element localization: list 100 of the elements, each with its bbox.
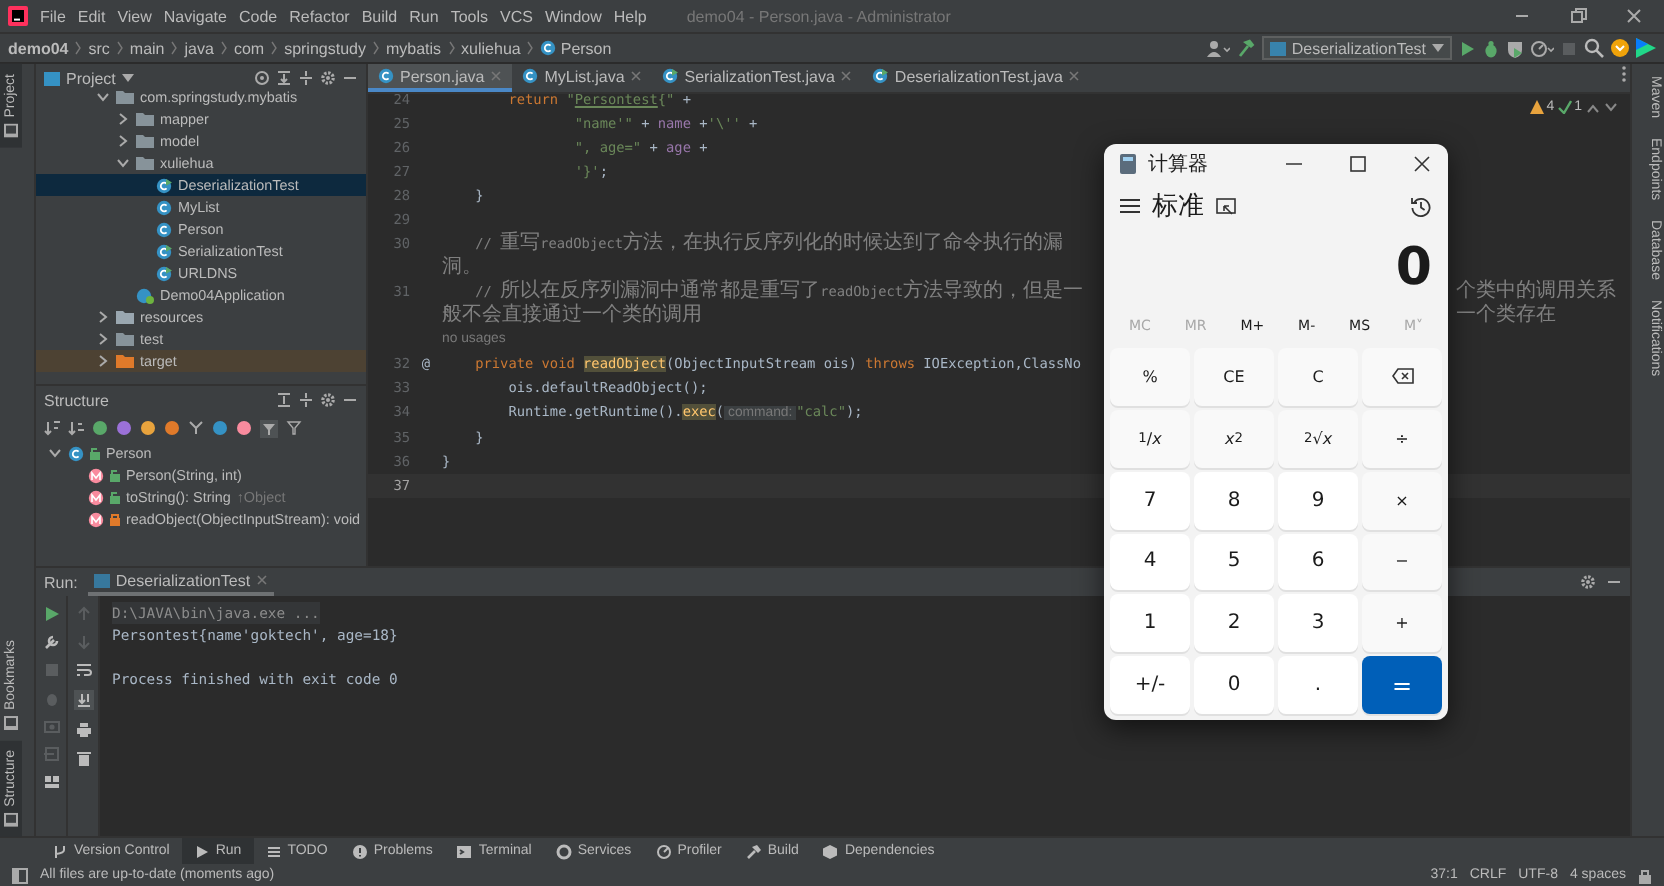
breadcrumb[interactable]: springstudy [284, 39, 366, 57]
hammer-icon[interactable] [1235, 38, 1256, 58]
close-icon[interactable] [1414, 156, 1430, 172]
keep-on-top-icon[interactable] [1216, 197, 1236, 215]
breadcrumb[interactable]: src [88, 39, 110, 57]
breadcrumb[interactable]: Person [540, 39, 612, 57]
funnel-icon[interactable] [260, 419, 278, 437]
calculator-key[interactable]: C [1278, 348, 1358, 406]
breadcrumb[interactable]: xuliehua [461, 39, 521, 57]
calculator-key[interactable]: × [1362, 471, 1442, 529]
console-tab[interactable]: DeserializationTest [87, 568, 275, 596]
calculator-key[interactable]: − [1362, 533, 1442, 591]
print-icon[interactable] [75, 722, 91, 738]
calculator-key[interactable]: CE [1194, 348, 1274, 406]
menu-item[interactable]: View [117, 7, 152, 25]
calculator-key[interactable]: 8 [1194, 471, 1274, 529]
collapse-all-icon[interactable] [298, 392, 314, 408]
method-icon [88, 467, 104, 483]
menu-item[interactable]: Help [613, 7, 647, 25]
caret-icon [1432, 44, 1444, 52]
trash-icon[interactable] [75, 750, 91, 766]
run-icon[interactable] [43, 606, 59, 622]
calculator-key[interactable]: 4 [1110, 533, 1190, 591]
calculator-key[interactable]: 1 [1110, 594, 1190, 653]
editor-tab[interactable]: SerializationTest.java [652, 64, 863, 92]
breadcrumb[interactable]: java [184, 39, 214, 57]
calculator-key[interactable]: = [1362, 656, 1442, 714]
user-icon[interactable] [1205, 39, 1230, 57]
history-icon[interactable] [1410, 195, 1432, 217]
maximize-icon[interactable] [1350, 156, 1366, 172]
funnel-icon[interactable] [286, 420, 302, 436]
menu-item[interactable]: Build [361, 7, 398, 25]
caret-icon[interactable] [121, 74, 134, 82]
sort-icon[interactable] [44, 420, 60, 436]
more-icon[interactable] [1618, 64, 1630, 84]
sort-icon[interactable] [68, 420, 84, 436]
calculator-key[interactable]: 6 [1278, 533, 1358, 591]
menu-item[interactable]: VCS [500, 7, 533, 25]
search-icon[interactable] [1584, 38, 1604, 58]
crosshair-icon[interactable] [254, 70, 270, 86]
collapse-all-icon[interactable] [298, 70, 314, 86]
menu-item[interactable]: File [40, 7, 66, 25]
calculator-key[interactable]: 9 [1278, 471, 1358, 529]
settings-icon[interactable] [320, 70, 336, 86]
calculator-key[interactable]: 5 [1194, 533, 1274, 591]
calculator-key[interactable]: ÷ [1362, 409, 1442, 468]
run-configuration-dropdown[interactable]: DeserializationTest [1261, 36, 1452, 60]
calculator-key[interactable]: 0 [1194, 656, 1274, 714]
check-icon [1558, 100, 1573, 114]
menu-item[interactable]: Run [409, 7, 439, 25]
layout-icon[interactable] [43, 774, 59, 790]
menu-item[interactable]: Tools [450, 7, 488, 25]
menu-item[interactable]: Code [238, 7, 278, 25]
branch-icon[interactable] [188, 420, 204, 436]
run-class-icon [662, 68, 679, 84]
backspace-key[interactable] [1362, 348, 1442, 406]
menu-item[interactable]: Navigate [163, 7, 227, 25]
calculator-icon [1120, 154, 1136, 174]
expand-all-icon[interactable] [276, 392, 292, 408]
shield-icon[interactable] [1506, 39, 1524, 57]
bug-icon[interactable] [1482, 39, 1500, 57]
calculator-key[interactable]: 7 [1110, 471, 1190, 529]
run-class-icon [872, 68, 889, 84]
update-icon[interactable] [1610, 38, 1630, 58]
breadcrumb[interactable]: main [129, 39, 165, 57]
gauge-icon [655, 843, 672, 859]
menu-item[interactable]: Edit [77, 7, 106, 25]
editor-tab[interactable]: DeserializationTest.java [862, 64, 1091, 92]
wrench-icon[interactable] [43, 634, 59, 650]
panel-toggle-icon[interactable] [12, 867, 28, 883]
soft-wrap-icon[interactable] [75, 662, 91, 678]
calculator-key[interactable]: % [1110, 348, 1190, 406]
toolbox-logo-icon[interactable] [1636, 38, 1656, 58]
calculator-key[interactable]: 2 [1194, 594, 1274, 653]
menu-icon[interactable] [1120, 198, 1140, 214]
method-icon [88, 489, 104, 505]
settings-icon[interactable] [1580, 574, 1596, 590]
breadcrumb[interactable]: mybatis [385, 39, 442, 57]
run-icon[interactable] [1458, 39, 1476, 57]
breadcrumb[interactable]: com [233, 39, 265, 57]
calculator-key[interactable]: + [1362, 594, 1442, 653]
scroll-to-end-icon[interactable] [73, 690, 93, 710]
calculator-key[interactable]: . [1278, 656, 1358, 714]
calculator-key[interactable]: +/- [1110, 656, 1190, 714]
calculator-display: 0 [1395, 238, 1432, 298]
calculator-key[interactable]: 3 [1278, 594, 1358, 653]
menu-item[interactable]: Window [544, 7, 602, 25]
panel-icon [4, 812, 18, 826]
chevron-icon [170, 40, 179, 56]
settings-icon[interactable] [320, 392, 336, 408]
menu-item[interactable]: Refactor [289, 7, 350, 25]
class-icon [68, 445, 84, 461]
expand-all-icon[interactable] [276, 70, 292, 86]
cube-icon [822, 843, 839, 859]
editor-tab[interactable]: Person.java [368, 64, 513, 92]
breadcrumb[interactable]: demo04 [8, 39, 69, 57]
lock-icon[interactable] [1638, 867, 1652, 883]
gauge-icon[interactable] [1530, 39, 1554, 57]
terminal-icon [456, 843, 473, 859]
editor-tab[interactable]: MyList.java [512, 64, 653, 92]
